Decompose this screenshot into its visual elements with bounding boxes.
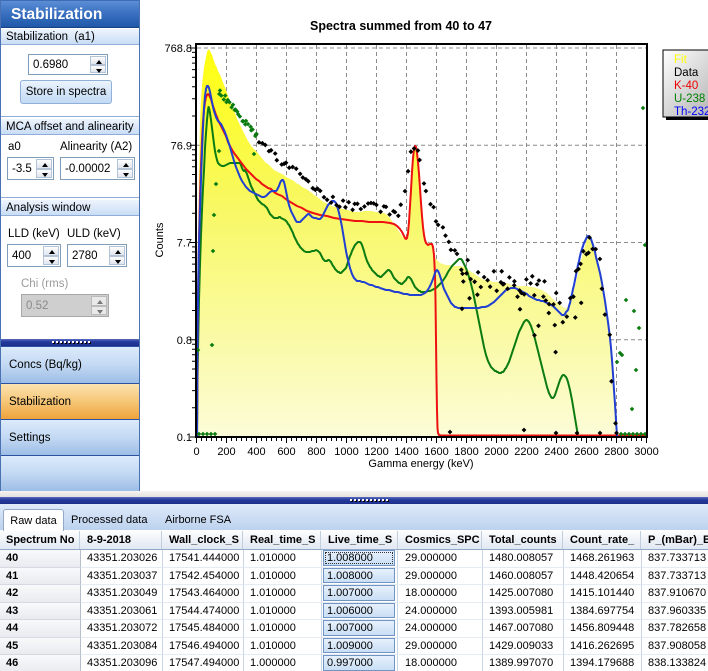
svg-text:800: 800 (307, 446, 325, 458)
svg-text:Fit: Fit (674, 54, 688, 66)
svg-text:7.7: 7.7 (177, 238, 192, 250)
svg-text:400: 400 (247, 446, 265, 458)
svg-text:Counts: Counts (154, 222, 166, 257)
svg-text:0: 0 (193, 446, 199, 458)
svg-text:Spectra summed from 40 to 47: Spectra summed from 40 to 47 (310, 19, 492, 33)
svg-text:Gamma energy (keV): Gamma energy (keV) (368, 458, 473, 470)
svg-text:2200: 2200 (514, 446, 538, 458)
svg-text:2800: 2800 (604, 446, 628, 458)
svg-text:2600: 2600 (574, 446, 598, 458)
svg-text:Data: Data (674, 67, 699, 79)
svg-text:1800: 1800 (454, 446, 478, 458)
svg-text:2000: 2000 (484, 446, 508, 458)
svg-text:768.8: 768.8 (164, 43, 192, 55)
svg-text:1000: 1000 (334, 446, 358, 458)
svg-text:U-238: U-238 (674, 93, 705, 105)
svg-text:200: 200 (217, 446, 235, 458)
svg-text:1200: 1200 (364, 446, 388, 458)
svg-text:1600: 1600 (424, 446, 448, 458)
svg-text:600: 600 (277, 446, 295, 458)
svg-text:0.8: 0.8 (177, 335, 192, 347)
svg-text:3000: 3000 (634, 446, 658, 458)
svg-text:1400: 1400 (394, 446, 418, 458)
svg-text:Th-232: Th-232 (674, 106, 708, 118)
svg-text:K-40: K-40 (674, 80, 698, 92)
svg-text:76.9: 76.9 (171, 140, 192, 152)
svg-text:0.1: 0.1 (177, 432, 192, 444)
svg-text:2400: 2400 (544, 446, 568, 458)
